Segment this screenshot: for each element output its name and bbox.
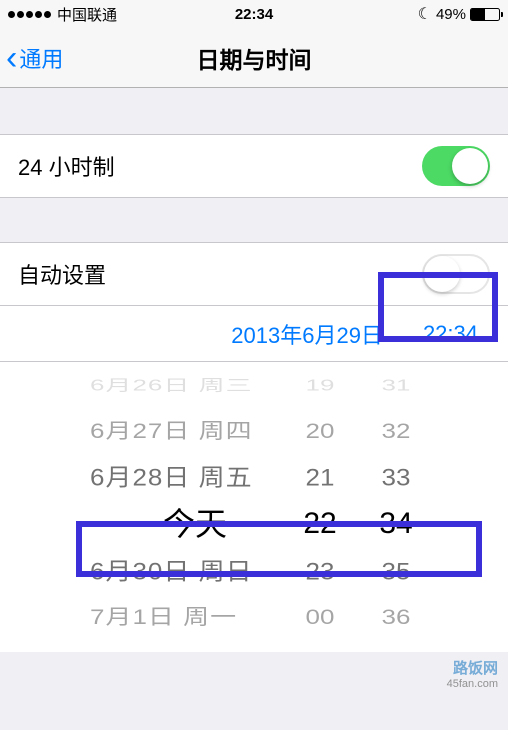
watermark: 路饭网 45fan.com bbox=[447, 657, 498, 690]
toggle-24hour[interactable] bbox=[422, 146, 490, 186]
picker-min-item: 35 bbox=[382, 550, 411, 592]
row-autoset-label: 自动设置 bbox=[18, 258, 106, 290]
row-24hour-label: 24 小时制 bbox=[18, 150, 115, 182]
section-gap bbox=[0, 88, 508, 134]
section-gap bbox=[0, 198, 508, 242]
status-bar: 中国联通 22:34 ☾ 49% bbox=[0, 0, 508, 28]
picker-date-item: 6月30日 周日 bbox=[90, 550, 253, 592]
picker-hour-item: 01 bbox=[306, 649, 335, 652]
picker-column-hour[interactable]: 19 20 21 22 23 00 01 bbox=[296, 362, 344, 652]
picker-hour-selected: 22 bbox=[303, 500, 336, 548]
carrier-label: 中国联通 bbox=[57, 4, 117, 25]
dnd-icon: ☾ bbox=[418, 4, 432, 24]
picker-min-item: 36 bbox=[382, 599, 411, 636]
picker-date-item: 7月2日 周二 bbox=[90, 649, 237, 652]
row-autoset: 自动设置 bbox=[0, 242, 508, 306]
toggle-autoset[interactable] bbox=[422, 254, 490, 294]
page-title: 日期与时间 bbox=[197, 41, 312, 75]
watermark-name: 路饭网 bbox=[453, 657, 498, 678]
current-date: 2013年6月29日 bbox=[231, 318, 383, 350]
current-time: 22:34 bbox=[423, 321, 478, 347]
battery-pct: 49% bbox=[436, 6, 466, 23]
picker-date-item: 6月28日 周五 bbox=[90, 456, 253, 498]
picker-hour-item: 00 bbox=[306, 599, 335, 636]
battery-icon bbox=[470, 8, 500, 21]
picker-date-selected: 今天 bbox=[163, 500, 227, 548]
back-label: 通用 bbox=[19, 42, 63, 74]
picker-date-item: 7月1日 周一 bbox=[90, 599, 237, 636]
watermark-url: 45fan.com bbox=[447, 678, 498, 690]
row-24hour: 24 小时制 bbox=[0, 134, 508, 198]
status-right: ☾ 49% bbox=[273, 4, 500, 24]
picker-hour-item: 20 bbox=[306, 413, 335, 450]
picker-column-date[interactable]: 6月26日 周三 6月27日 周四 6月28日 周五 今天 6月30日 周日 7… bbox=[90, 362, 280, 652]
chevron-left-icon: ‹ bbox=[6, 41, 17, 75]
picker-date-item: 6月26日 周三 bbox=[90, 371, 253, 399]
picker-min-selected: 34 bbox=[379, 500, 412, 548]
back-button[interactable]: ‹ 通用 bbox=[0, 41, 63, 75]
picker-column-minute[interactable]: 31 32 33 34 35 36 37 bbox=[372, 362, 420, 652]
picker-min-item: 37 bbox=[382, 649, 411, 652]
nav-bar: ‹ 通用 日期与时间 bbox=[0, 28, 508, 88]
picker-hour-item: 21 bbox=[306, 456, 335, 498]
row-datetime[interactable]: 2013年6月29日 22:34 bbox=[0, 306, 508, 362]
picker-hour-item: 19 bbox=[306, 371, 335, 399]
picker-hour-item: 23 bbox=[306, 550, 335, 592]
datetime-picker[interactable]: 6月26日 周三 6月27日 周四 6月28日 周五 今天 6月30日 周日 7… bbox=[0, 362, 508, 652]
status-left: 中国联通 bbox=[8, 4, 235, 25]
status-time: 22:34 bbox=[235, 6, 273, 23]
signal-icon bbox=[8, 11, 51, 18]
picker-date-item: 6月27日 周四 bbox=[90, 413, 253, 450]
picker-min-item: 33 bbox=[382, 456, 411, 498]
picker-min-item: 31 bbox=[382, 371, 411, 399]
picker-min-item: 32 bbox=[382, 413, 411, 450]
